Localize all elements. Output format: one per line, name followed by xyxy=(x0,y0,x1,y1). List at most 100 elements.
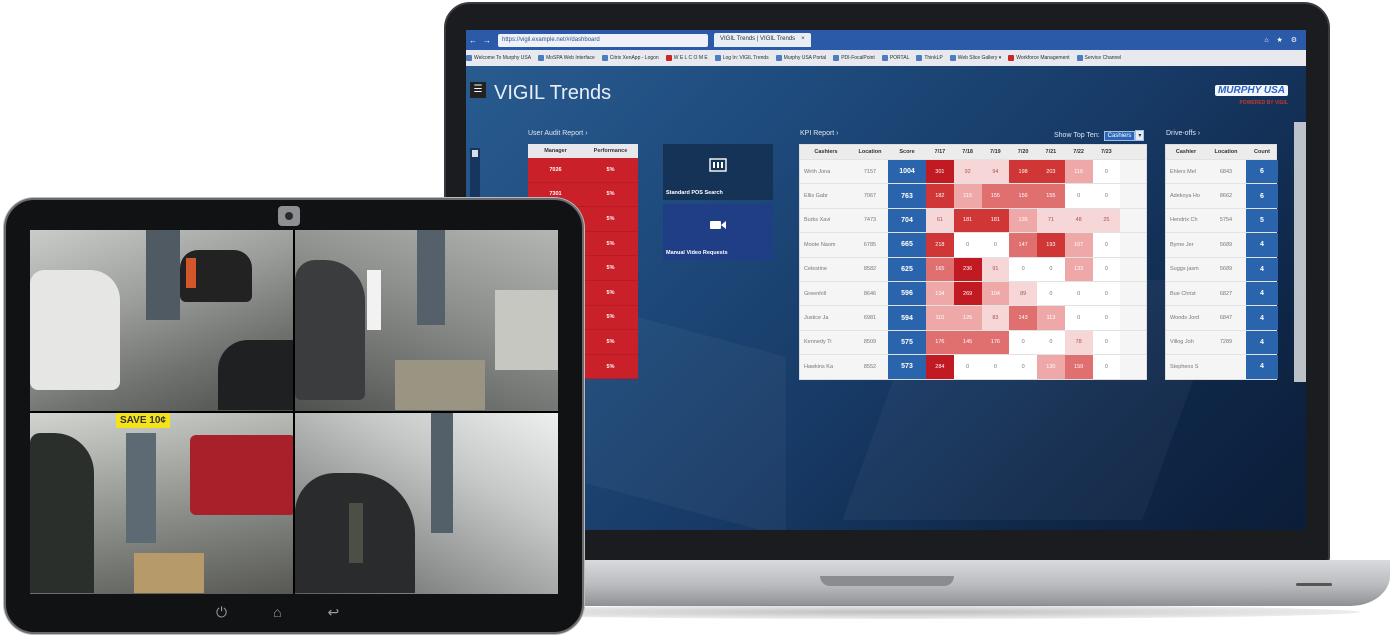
column-header[interactable]: Count xyxy=(1246,149,1278,155)
favorite-link[interactable]: Service Channel xyxy=(1076,55,1122,61)
performance-cell: 5% xyxy=(606,338,615,345)
drive-off-row[interactable]: Adekoya Ho 8662 6 xyxy=(1166,183,1278,208)
cashier-cell: Celestine xyxy=(804,266,827,273)
favorite-link[interactable]: Web Slice Gallery ▾ xyxy=(949,55,1001,61)
cashier-cell: Byrne Jer xyxy=(1170,241,1194,248)
pin-icon[interactable] xyxy=(472,150,478,157)
forward-arrow-icon[interactable]: → xyxy=(480,36,494,45)
camera-feed-3[interactable]: SAVE 10¢ xyxy=(30,413,293,594)
kpi-row[interactable]: Celestine 8582 625 165 236 91 0 0 133 0 xyxy=(800,256,1146,281)
column-header[interactable]: 7/17 xyxy=(926,149,954,155)
power-icon[interactable]: ⏻ xyxy=(216,604,227,621)
drive-off-row[interactable]: Hendrix Ch 5754 5 xyxy=(1166,207,1278,233)
drive-off-row[interactable]: Byrne Jer 5689 4 xyxy=(1166,232,1278,257)
location-cell: 7289 xyxy=(1219,339,1233,346)
day-value-cell: 159 xyxy=(1064,355,1093,379)
drive-offs-title[interactable]: Drive-offs › xyxy=(1166,130,1200,137)
camera-feed-1[interactable] xyxy=(30,230,293,411)
tab-close-icon[interactable]: × xyxy=(801,36,805,42)
favorite-link[interactable]: Welcome To Murphy USA xyxy=(466,55,531,61)
kpi-row[interactable]: Justice Ja 6981 594 110 126 83 143 113 0 0 xyxy=(800,305,1146,330)
column-header[interactable]: 7/23 xyxy=(1093,149,1121,155)
column-header[interactable]: Performance xyxy=(583,148,638,154)
kpi-row[interactable]: Greenhill 8646 596 134 269 104 89 0 0 0 xyxy=(800,280,1146,306)
manual-video-requests-tile[interactable]: Manual Video Requests xyxy=(663,204,773,260)
drive-off-row[interactable]: Woods Jord 6847 4 xyxy=(1166,305,1278,330)
menu-icon[interactable]: ☰ xyxy=(470,82,486,98)
column-header[interactable]: Cashier xyxy=(1166,149,1206,155)
address-bar[interactable]: https://vigil.example.net/#/dashboard xyxy=(498,33,708,47)
manager-cell: 7301 xyxy=(549,191,562,198)
day-value-cell: 71 xyxy=(1037,208,1065,233)
chevron-down-icon[interactable]: ▾ xyxy=(1135,130,1145,141)
day-value-cell: 91 xyxy=(981,257,1010,281)
day-value-cell: 78 xyxy=(1064,330,1093,355)
favorite-icon xyxy=(601,55,608,61)
column-header[interactable]: 7/22 xyxy=(1065,149,1093,155)
performance-cell: 5% xyxy=(606,265,615,272)
kpi-row[interactable]: Hawkins Ka 8552 573 284 0 0 0 130 159 0 xyxy=(800,354,1146,379)
cashier-cell: Justice Ja xyxy=(804,315,829,322)
drive-off-row[interactable]: Villog Joh 7289 4 xyxy=(1166,329,1278,355)
browser-toolbar-icons[interactable]: ⌂ ★ ⚙ xyxy=(1264,36,1306,44)
laptop-screen: ← → https://vigil.example.net/#/dashboar… xyxy=(466,30,1306,530)
side-drawer-handle[interactable] xyxy=(470,148,480,198)
browser-tab[interactable]: VIGIL Trends | VIGIL Trends × xyxy=(714,33,811,47)
favorite-link[interactable]: Citrix XenApp - Logon xyxy=(601,55,659,61)
favorite-link[interactable]: MoSPA Web Interface xyxy=(538,55,595,61)
merchandise-rack-shape xyxy=(395,360,485,410)
camera-grid: SAVE 10¢ xyxy=(30,230,558,594)
favorite-label: Service Channel xyxy=(1084,55,1122,61)
kpi-row[interactable]: Moote Naom 6785 665 218 0 0 147 193 107 0 xyxy=(800,232,1146,257)
user-audit-row[interactable]: 7026 5% xyxy=(528,158,638,183)
favorite-link[interactable]: W E L C O M E xyxy=(665,55,708,61)
day-value-cell: 155 xyxy=(981,184,1010,208)
day-value-cell: 155 xyxy=(1037,184,1065,208)
column-header[interactable]: 7/19 xyxy=(982,149,1010,155)
column-header[interactable]: Location xyxy=(1206,149,1246,155)
favorite-link[interactable]: Log In: VIGIL Trends xyxy=(714,55,769,61)
column-header[interactable]: Score xyxy=(888,149,926,155)
user-audit-title[interactable]: User Audit Report › xyxy=(528,130,588,137)
column-header[interactable]: 7/21 xyxy=(1037,149,1065,155)
drive-off-row[interactable]: Ehlers Mel 6843 6 xyxy=(1166,159,1278,184)
back-icon[interactable]: ↩ xyxy=(328,604,340,621)
favorite-label: Murphy USA Portal xyxy=(783,55,827,61)
back-arrow-icon[interactable]: ← xyxy=(466,36,480,45)
kpi-row[interactable]: Wirth Jona 7157 1004 301 92 94 198 203 116 0 xyxy=(800,159,1146,184)
kpi-report-title[interactable]: KPI Report › xyxy=(800,130,839,137)
count-cell: 5 xyxy=(1246,208,1278,233)
column-header[interactable]: 7/20 xyxy=(1009,149,1037,155)
day-value-cell: 130 xyxy=(1037,355,1065,379)
kpi-table: Cashiers Location Score 7/17 7/18 7/19 7/20 7/2… xyxy=(799,144,1147,380)
favorite-label: PORTAL xyxy=(889,55,910,61)
drive-off-row[interactable]: Suggs jasm 5689 4 xyxy=(1166,256,1278,281)
column-header[interactable]: Cashiers xyxy=(800,149,852,155)
score-cell: 665 xyxy=(888,233,926,257)
camera-feed-4[interactable] xyxy=(295,413,558,594)
column-header[interactable]: 7/18 xyxy=(954,149,982,155)
day-value-cell: 115 xyxy=(953,184,982,208)
home-icon[interactable]: ⌂ xyxy=(273,604,281,621)
day-value-cell: 0 xyxy=(1092,184,1121,208)
column-header[interactable]: Manager xyxy=(528,148,583,154)
drive-off-row[interactable]: Stephens S 4 xyxy=(1166,354,1278,379)
favorite-label: Workforce Management xyxy=(1016,55,1070,61)
favorite-link[interactable]: Workforce Management xyxy=(1008,55,1070,61)
favorite-link[interactable]: ThinkLP xyxy=(916,55,943,61)
camera-feed-2[interactable] xyxy=(295,230,558,411)
day-value-cell: 0 xyxy=(1064,306,1093,330)
favorite-link[interactable]: PORTAL xyxy=(881,55,910,61)
day-value-cell: 92 xyxy=(953,160,982,184)
kpi-row[interactable]: Burks Xavi 7473 704 61 181 181 135 71 48 25 xyxy=(800,207,1146,233)
favorite-link[interactable]: Murphy USA Portal xyxy=(775,55,827,61)
standard-pos-search-tile[interactable]: Standard POS Search xyxy=(663,144,773,200)
favorite-link[interactable]: PDI-FocalPoint xyxy=(833,55,875,61)
show-top-ten-select[interactable]: Cashiers xyxy=(1103,130,1136,141)
kpi-row[interactable]: Ellis Gabr 7067 763 182 115 155 156 155 0 0 xyxy=(800,183,1146,208)
score-cell: 1004 xyxy=(888,160,926,184)
promo-sign: SAVE 10¢ xyxy=(116,413,170,428)
kpi-row[interactable]: Kennedy Ti 8509 575 176 145 176 0 0 78 0 xyxy=(800,329,1146,355)
drive-off-row[interactable]: Bue Christ 6827 4 xyxy=(1166,280,1278,306)
column-header[interactable]: Location xyxy=(852,149,888,155)
